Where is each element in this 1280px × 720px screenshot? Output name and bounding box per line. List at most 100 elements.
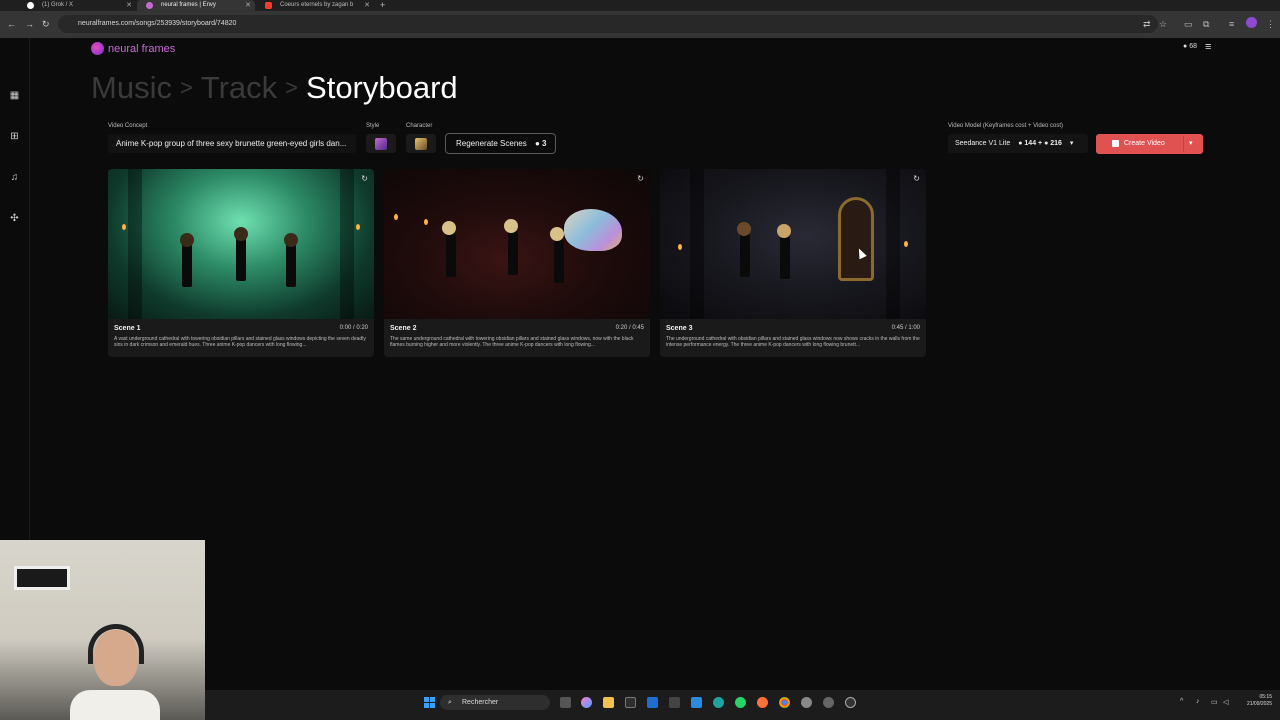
menu-list-icon[interactable]: ≡ (1229, 19, 1234, 29)
model-costs: ● 144 + ● 216 (1018, 140, 1062, 147)
tab-title: neural frames | Envy (161, 2, 216, 8)
regenerate-scene-icon[interactable]: ↻ (637, 174, 644, 183)
scene-description: A vast underground cathedral with toweri… (114, 336, 366, 348)
character-selector[interactable] (406, 134, 436, 153)
add-square-icon[interactable]: ⊞ (9, 131, 20, 142)
scene-time: 0:00 / 0:20 (339, 325, 368, 331)
tab-grok[interactable]: (1) Grok / X ✕ (18, 0, 136, 11)
forward-icon[interactable]: → (25, 19, 34, 29)
translate-icon[interactable]: ⇄ (1143, 19, 1151, 30)
video-model-label: Video Model (Keyframes cost + Video cost… (948, 123, 1064, 129)
file-explorer-icon[interactable] (603, 697, 614, 708)
outlook-icon[interactable] (647, 697, 658, 708)
gamepad-icon[interactable]: ✣ (9, 213, 20, 224)
address-bar-row: ← → ↻ neuralframes.com/songs/253939/stor… (0, 11, 1280, 38)
webcam-overlay (0, 540, 205, 720)
network-icon[interactable]: ▭ (1211, 698, 1218, 706)
tab-title: Coeurs eternels by zagan b (280, 2, 354, 8)
video-concept-input[interactable]: Anime K-pop group of three sexy brunette… (108, 134, 356, 153)
chevron-down-icon[interactable]: ▾ (1189, 134, 1193, 154)
regenerate-scene-icon[interactable]: ↻ (361, 174, 368, 183)
close-tab-icon[interactable]: ✕ (126, 0, 132, 11)
butterfly-wing (564, 209, 622, 251)
scene-card[interactable]: ↻ Scene 3 0:45 / 1:00 The underground ca… (660, 169, 926, 357)
regenerate-scenes-button[interactable]: Regenerate Scenes ● 3 (445, 133, 556, 154)
bookmark-star-icon[interactable]: ☆ (1159, 19, 1167, 30)
edge-icon[interactable] (713, 697, 724, 708)
task-view-icon[interactable] (560, 697, 571, 708)
music-note-icon[interactable]: ♫ (9, 172, 20, 183)
logo[interactable]: neural frames (91, 41, 175, 56)
logo-mark (91, 42, 104, 55)
reload-icon[interactable]: ↻ (42, 19, 50, 29)
store-icon[interactable] (625, 697, 636, 708)
photos-icon[interactable] (691, 697, 702, 708)
new-tab-button[interactable]: + (376, 0, 392, 11)
chevron-down-icon: ▾ (1069, 140, 1074, 147)
scene-description: The same underground cathedral with towe… (390, 336, 634, 348)
search-icon: ⌕ (448, 699, 452, 706)
media-player-icon[interactable] (845, 697, 856, 708)
style-thumbnail (375, 137, 387, 150)
url-input[interactable]: neuralframes.com/songs/253939/storyboard… (58, 15, 1158, 33)
chrome-icon[interactable] (779, 697, 790, 708)
scene-image (384, 169, 650, 319)
breadcrumb: Music > Track > Storyboard (91, 68, 458, 108)
scene-time: 0:20 / 0:45 (615, 325, 644, 331)
browser-tab-bar: (1) Grok / X ✕ neural frames | Envy ✕ Co… (0, 0, 1280, 11)
back-icon[interactable]: ← (7, 19, 16, 29)
tab-title: (1) Grok / X (42, 2, 74, 8)
button-divider (1183, 136, 1184, 152)
terminal-icon[interactable] (669, 697, 680, 708)
scene-image (660, 169, 926, 319)
taskbar-search[interactable]: ⌕ Rechercher (440, 695, 550, 710)
page-title: Storyboard (306, 70, 458, 105)
windows-start-icon[interactable] (424, 697, 435, 708)
mirror (838, 197, 874, 281)
character-thumbnail (415, 137, 427, 150)
style-label: Style (366, 123, 380, 129)
whatsapp-icon[interactable] (735, 697, 746, 708)
video-model-value: Seedance V1 Lite (955, 140, 1011, 147)
scene-card[interactable]: ↻ Scene 1 0:00 / 0:20 A vast underground… (108, 169, 374, 357)
wall-frame (14, 566, 70, 590)
clock-date: 21/09/2025 (1246, 701, 1272, 707)
profile-avatar[interactable] (1246, 17, 1257, 28)
video-concept-label: Video Concept (108, 123, 148, 129)
copilot-icon[interactable] (581, 697, 592, 708)
headphones (88, 624, 144, 664)
scene-title: Scene 3 (666, 325, 693, 332)
media-icon[interactable]: ▭ (1184, 19, 1193, 30)
microphone-icon[interactable]: ♪ (1196, 698, 1200, 705)
grid-icon[interactable]: ▦ (9, 90, 20, 101)
style-selector[interactable] (366, 134, 396, 153)
more-icon[interactable]: ⋮ (1266, 19, 1275, 30)
scene-description: The underground cathedral with obsidian … (666, 336, 920, 348)
x-icon (27, 2, 34, 9)
tab-coeurs[interactable]: Coeurs eternels by zagan b ✕ (256, 0, 374, 11)
breadcrumb-track[interactable]: Track (201, 70, 277, 106)
breadcrumb-music[interactable]: Music (91, 70, 172, 106)
tab-neural-frames[interactable]: neural frames | Envy ✕ (137, 0, 255, 11)
firefox-icon[interactable] (757, 697, 768, 708)
scene-card[interactable]: ↻ Scene 2 0:20 / 0:45 The same undergrou… (384, 169, 650, 357)
scene-title: Scene 1 (114, 325, 141, 332)
credits-counter: ● 68 (1183, 43, 1197, 50)
obs-icon[interactable] (823, 697, 834, 708)
volume-icon[interactable]: ◁ (1223, 698, 1228, 706)
youtube-icon (265, 2, 272, 9)
hamburger-menu-icon[interactable]: ≡ (1205, 41, 1211, 53)
create-video-label: Create Video (1124, 140, 1165, 147)
breadcrumb-separator: > (179, 75, 193, 100)
system-clock[interactable]: 05:15 21/09/2025 (1236, 694, 1272, 708)
tray-chevron-up-icon[interactable]: ^ (1180, 698, 1183, 705)
video-model-select[interactable]: Seedance V1 Lite ● 144 + ● 216 ▾ (948, 134, 1088, 153)
character-label: Character (406, 123, 433, 129)
regenerate-scene-icon[interactable]: ↻ (913, 174, 920, 183)
extensions-icon[interactable]: ⧉ (1203, 19, 1209, 30)
scene-time: 0:45 / 1:00 (891, 325, 920, 331)
close-tab-icon[interactable]: ✕ (245, 0, 251, 11)
close-tab-icon[interactable]: ✕ (364, 0, 370, 11)
create-video-button[interactable]: Create Video ▾ (1096, 134, 1203, 154)
settings-gear-icon[interactable] (801, 697, 812, 708)
